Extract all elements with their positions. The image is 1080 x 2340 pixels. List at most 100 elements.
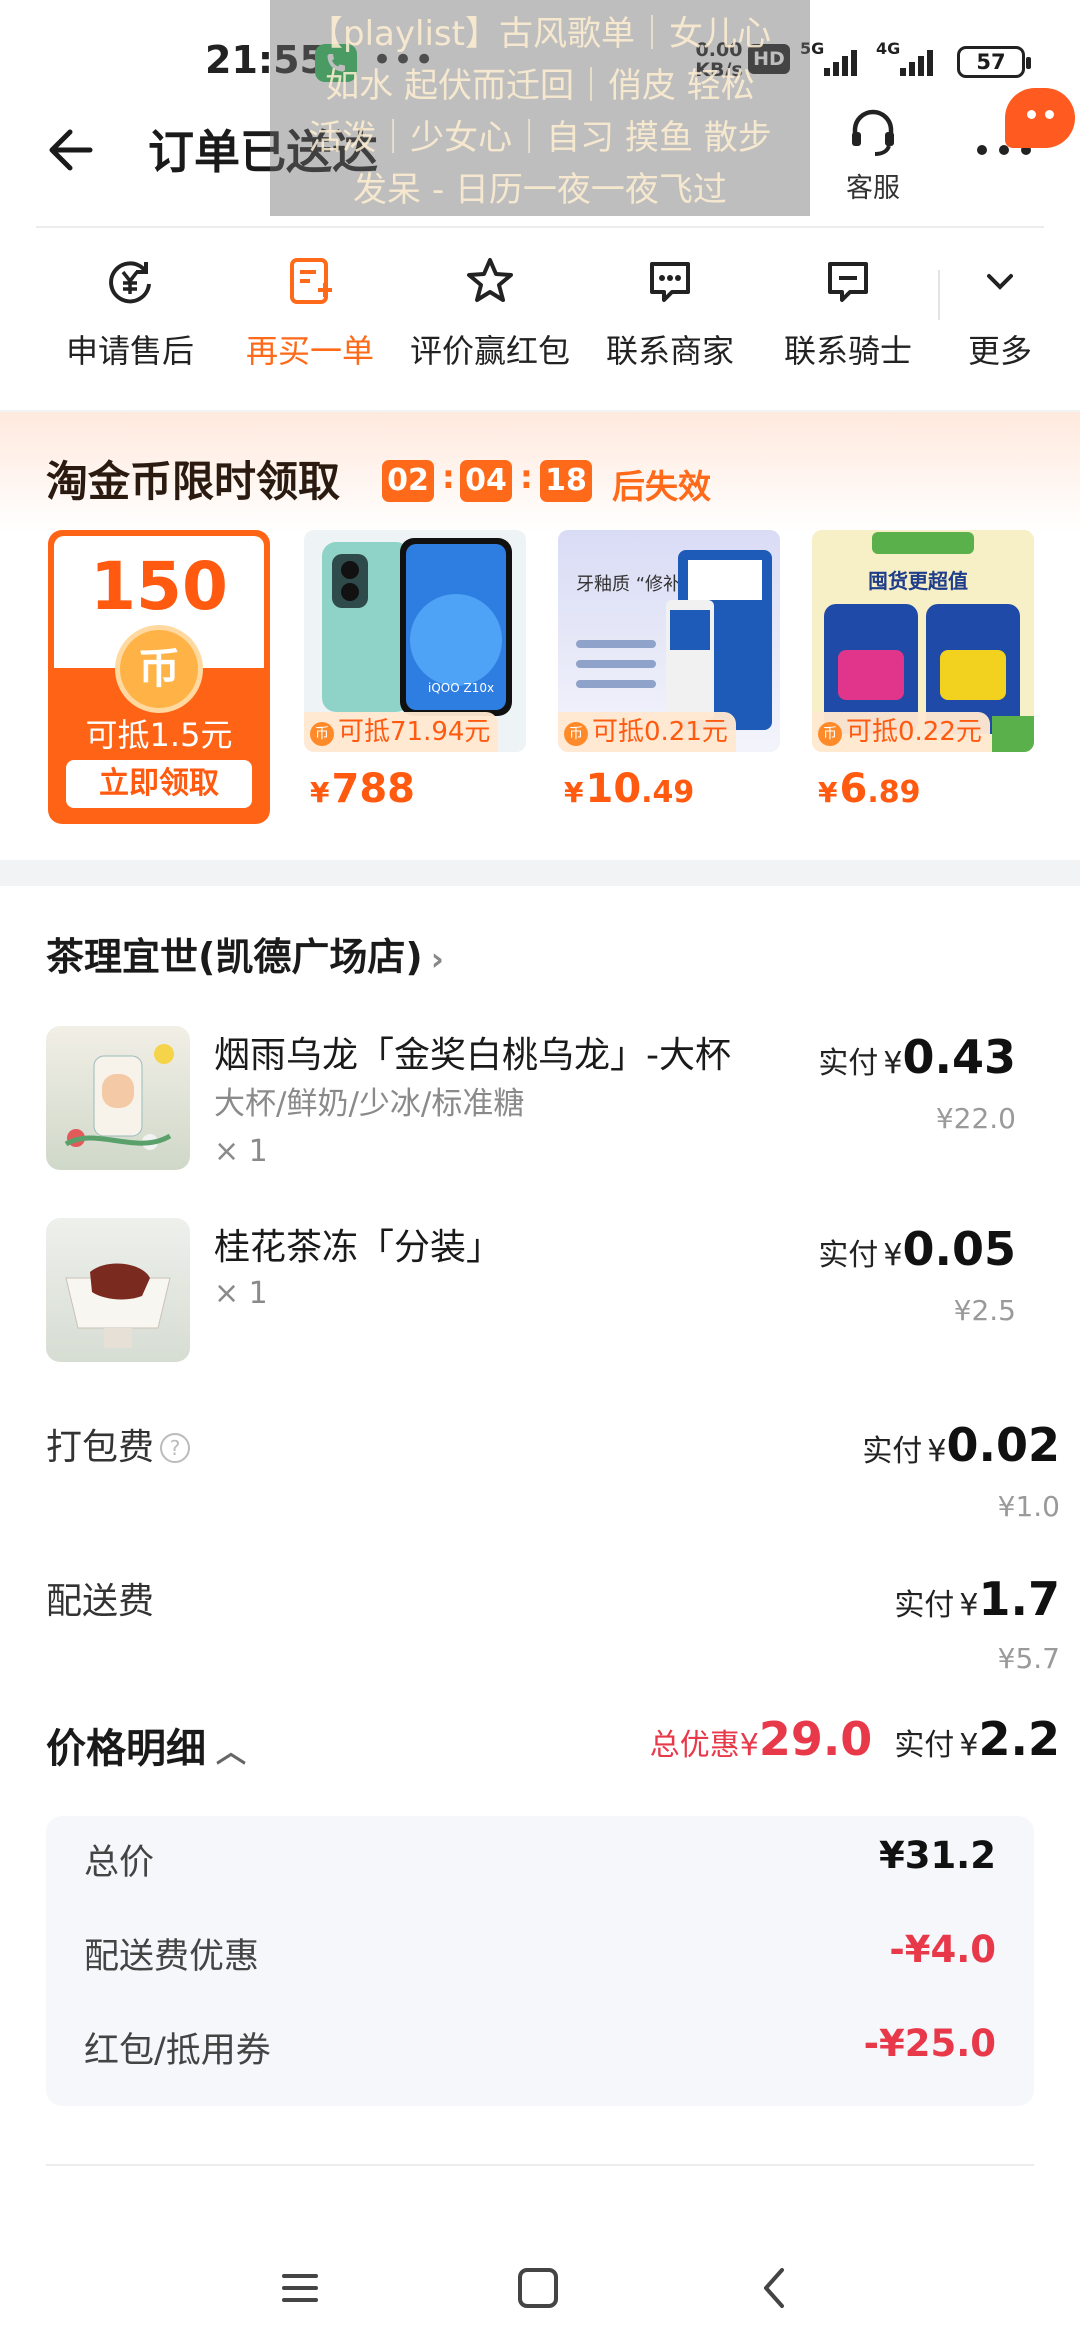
overlay-line: 【playlist】古风歌单｜女儿心	[309, 14, 771, 54]
paid-value: 0.43	[902, 1030, 1017, 1084]
countdown-hours: 02	[382, 460, 434, 502]
coin-mini-icon: 币	[310, 722, 334, 746]
coin-mini-icon: 币	[818, 722, 842, 746]
contact-merchant-button[interactable]: 联系商家	[580, 254, 760, 372]
order-item[interactable]: 桂花茶冻「分装」 × 1 实付 ¥0.05 ¥2.5	[46, 1218, 1036, 1368]
packing-fee-label: 打包费?	[46, 1418, 191, 1470]
paid-label: 实付	[894, 1728, 955, 1763]
item-original-price: ¥22.0	[935, 1102, 1016, 1135]
item-spec: 大杯/鲜奶/少冰/标准糖	[214, 1086, 525, 1122]
countdown-suffix: 后失效	[612, 467, 711, 506]
order-actions: 申请售后 再买一单 评价赢红包 联系商家 联系骑士 更多	[0, 230, 1080, 410]
store-name: 茶理宜世(凯德广场店)	[46, 935, 423, 979]
divider	[46, 2164, 1034, 2166]
chat-icon	[828, 262, 868, 302]
paid-label: 实付	[818, 1238, 879, 1273]
currency: ¥	[959, 1728, 979, 1763]
price-row-value: -¥25.0	[863, 2022, 996, 2065]
coin-promo-section: 淘金币限时领取 02 : 04 : 18 后失效 150 币 可抵1.5元 立即…	[0, 412, 1080, 868]
price-row-value: -¥4.0	[889, 1928, 996, 1971]
item-original-price: ¥2.5	[953, 1294, 1016, 1327]
total-discount-value: 29.0	[758, 1712, 873, 1766]
item-qty: × 1	[214, 1134, 268, 1169]
paid-value: 0.05	[902, 1222, 1017, 1276]
after-sale-button[interactable]: 申请售后	[40, 254, 220, 372]
deduct-tag: 币可抵71.94元	[304, 712, 499, 752]
action-label: 申请售后	[65, 332, 194, 370]
order-item[interactable]: 烟雨乌龙「金奖白桃乌龙」-大杯 大杯/鲜奶/少冰/标准糖 × 1 实付 ¥0.4…	[46, 1026, 1036, 1176]
back-arrow-icon[interactable]	[40, 122, 96, 178]
deduct-text: 可抵0.21元	[592, 717, 728, 747]
price-row-label: 总价	[84, 1843, 155, 1883]
promo-product-card[interactable]: 牙釉质 “修补匠” 币可抵0.21元 ¥10.49	[558, 530, 780, 812]
fee-label-text: 打包费	[46, 1427, 155, 1468]
tea-cup-image	[64, 1044, 174, 1150]
product-image: 牙釉质 “修补匠” 币可抵0.21元	[558, 530, 780, 752]
countdown-seconds: 18	[540, 460, 592, 502]
product-price: ¥788	[304, 766, 526, 812]
item-paid: 实付 ¥0.05	[818, 1222, 1016, 1276]
price-row: 配送费优惠 -¥4.0	[84, 1928, 996, 1979]
product-image: iQOO Z10x 币可抵71.94元	[304, 530, 526, 752]
overlay-line: 如水 起伏而迁回｜俏皮 轻松	[325, 66, 755, 106]
price-row: 红包/抵用券 -¥25.0	[84, 2022, 996, 2073]
help-icon[interactable]: ?	[160, 1433, 191, 1463]
paid-label: 实付	[862, 1434, 923, 1469]
coin-card[interactable]: 150 币 可抵1.5元 立即领取	[48, 530, 270, 824]
reorder-icon	[290, 258, 332, 304]
store-name-link[interactable]: 茶理宜世(凯德广场店) ›	[46, 926, 444, 981]
claim-coin-button[interactable]: 立即领取	[66, 760, 252, 808]
price-dec: .89	[867, 775, 921, 810]
price-row: 总价 ¥31.2	[84, 1834, 996, 1885]
item-thumbnail	[46, 1026, 190, 1170]
paid-label: 实付	[894, 1588, 955, 1623]
promo-product-card[interactable]: 囤货更超值 币可抵0.22元 ¥6.89	[812, 530, 1034, 812]
price-dec: .49	[641, 775, 695, 810]
battery-icon: 57	[957, 46, 1031, 78]
coin-value: 可抵1.5元	[85, 716, 233, 754]
reorder-button[interactable]: 再买一单	[220, 254, 400, 372]
action-label: 评价赢红包	[409, 332, 570, 370]
back-nav-icon[interactable]	[752, 2264, 800, 2312]
currency: ¥	[959, 1588, 979, 1623]
item-name: 烟雨乌龙「金奖白桃乌龙」-大杯	[214, 1035, 731, 1076]
countdown-minutes: 04	[460, 460, 512, 502]
packing-fee-original: ¥1.0	[997, 1490, 1060, 1523]
currency: ¥	[564, 776, 584, 809]
coin-mini-icon: 币	[564, 722, 588, 746]
action-label: 再买一单	[245, 332, 374, 370]
price-int: 6	[839, 766, 868, 812]
order-card: 茶理宜世(凯德广场店) › 烟雨乌龙「金奖白桃乌龙」-大杯 大杯/鲜奶/少冰/标准…	[0, 886, 1080, 2236]
customer-service-button[interactable]: 客服	[838, 104, 908, 205]
price-summary: 总优惠¥29.0 实付 ¥2.2	[650, 1712, 1060, 1766]
signal-4g-icon: 4G	[876, 40, 933, 76]
coin-icon: 币	[115, 625, 203, 713]
chevron-right-icon: ›	[430, 940, 444, 978]
product-image: 囤货更超值 币可抵0.22元	[812, 530, 1034, 752]
menu-icon[interactable]	[276, 2264, 324, 2312]
home-icon[interactable]	[514, 2264, 562, 2312]
currency: ¥	[883, 1046, 903, 1081]
deduct-tag: 币可抵0.21元	[558, 712, 736, 752]
price-detail-box: 总价 ¥31.2 配送费优惠 -¥4.0 红包/抵用券 -¥25.0	[46, 1816, 1034, 2106]
deduct-text: 可抵0.22元	[846, 717, 982, 747]
action-label: 更多	[967, 332, 1032, 370]
paid-value: 0.02	[946, 1418, 1061, 1472]
chat-bubble-icon[interactable]	[1005, 88, 1075, 148]
system-nav-bar	[0, 2236, 1080, 2340]
coin-amount: 150	[90, 548, 228, 625]
item-qty: × 1	[214, 1276, 268, 1311]
overlay-line: 发呆 - 日历一夜一夜飞过	[353, 170, 727, 210]
delivery-fee-paid: 实付 ¥1.7	[894, 1572, 1060, 1626]
paid-value: 1.7	[978, 1572, 1061, 1626]
svg-text:iQOO Z10x: iQOO Z10x	[428, 681, 494, 695]
overlay-line: 活泼｜少女心｜自习 摸鱼 散步	[308, 118, 772, 158]
price-int: 10	[585, 766, 642, 812]
promo-product-card[interactable]: iQOO Z10x 币可抵71.94元 ¥788	[304, 530, 526, 812]
review-button[interactable]: 评价赢红包	[400, 254, 580, 372]
chat-icon	[650, 262, 690, 302]
yuan-refresh-icon	[109, 261, 151, 304]
price-row-label: 配送费优惠	[84, 1937, 260, 1977]
price-detail-toggle[interactable]: 价格明细 ︿	[46, 1716, 246, 1774]
more-actions-button[interactable]: 更多	[910, 254, 1080, 372]
